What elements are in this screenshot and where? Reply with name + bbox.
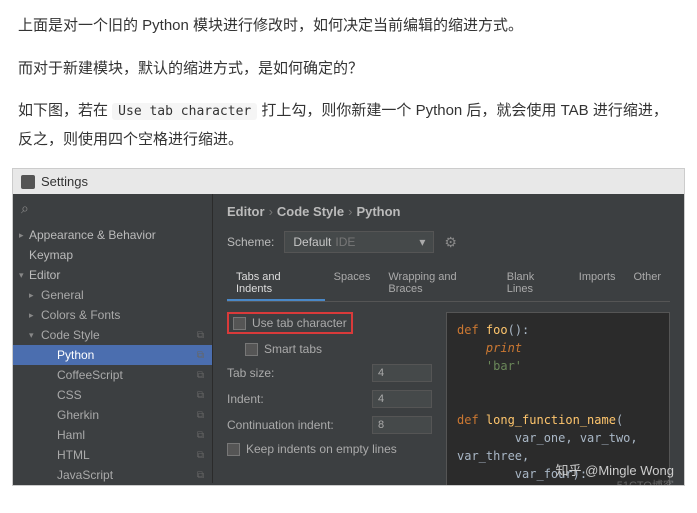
search-icon: ⌕ (21, 200, 29, 216)
sidebar-item-html[interactable]: HTML⧉ (13, 445, 212, 465)
paragraph: 如下图，若在 Use tab character 打上勾，则你新建一个 Pyth… (18, 97, 679, 154)
tab-spaces[interactable]: Spaces (325, 267, 380, 301)
use-tab-label: Use tab character (252, 316, 347, 330)
tab-other[interactable]: Other (624, 267, 670, 301)
cont-indent-input[interactable]: 8 (372, 416, 432, 434)
sidebar-item-general[interactable]: General (13, 285, 212, 305)
search-input[interactable]: ⌕ (13, 194, 212, 223)
sidebar-item-editor[interactable]: Editor (13, 265, 212, 285)
keep-empty-checkbox[interactable] (227, 443, 240, 456)
tab-size-label: Tab size: (227, 366, 274, 380)
sidebar-item-css[interactable]: CSS⧉ (13, 385, 212, 405)
breadcrumb-item: Editor (227, 204, 265, 219)
sidebar-item-python[interactable]: Python⧉ (13, 345, 212, 365)
watermark-secondary: 51CTO博客 (617, 477, 674, 485)
scheme-select[interactable]: DefaultIDE ▾ (284, 231, 434, 253)
app-icon (21, 175, 35, 189)
indent-label: Indent: (227, 392, 264, 406)
scheme-actions-icon[interactable]: ⚙ (444, 234, 457, 251)
window-titlebar: Settings (13, 169, 684, 194)
tab-blank-lines[interactable]: Blank Lines (498, 267, 570, 301)
paragraph: 上面是对一个旧的 Python 模块进行修改时，如何决定当前编辑的缩进方式。 (18, 12, 679, 41)
text: 如下图，若在 (18, 102, 112, 119)
breadcrumb: Editor›Code Style›Python (227, 204, 670, 219)
keep-empty-label: Keep indents on empty lines (246, 442, 397, 456)
sidebar-item-code-style[interactable]: Code Style⧉ (13, 325, 212, 345)
cont-indent-label: Continuation indent: (227, 418, 334, 432)
tab-imports[interactable]: Imports (570, 267, 625, 301)
sidebar-item-coffeescript[interactable]: CoffeeScript⧉ (13, 365, 212, 385)
chevron-down-icon: ▾ (419, 235, 425, 249)
window-title: Settings (41, 174, 88, 189)
highlighted-option: Use tab character (227, 312, 353, 334)
sidebar-item-colors-fonts[interactable]: Colors & Fonts (13, 305, 212, 325)
tab-tabs-and-indents[interactable]: Tabs and Indents (227, 267, 325, 301)
sidebar-item-gherkin[interactable]: Gherkin⧉ (13, 405, 212, 425)
smart-tabs-checkbox[interactable] (245, 343, 258, 356)
breadcrumb-item: Code Style (277, 204, 344, 219)
tab-wrapping-and-braces[interactable]: Wrapping and Braces (379, 267, 497, 301)
indent-input[interactable]: 4 (372, 390, 432, 408)
sidebar-item-haml[interactable]: Haml⧉ (13, 425, 212, 445)
sidebar-item-keymap[interactable]: Keymap (13, 245, 212, 265)
breadcrumb-item: Python (356, 204, 400, 219)
scheme-label: Scheme: (227, 235, 274, 249)
inline-code: Use tab character (112, 103, 257, 120)
use-tab-checkbox[interactable] (233, 317, 246, 330)
sidebar-item-javascript[interactable]: JavaScript⧉ (13, 465, 212, 485)
smart-tabs-label: Smart tabs (264, 342, 322, 356)
tab-size-input[interactable]: 4 (372, 364, 432, 382)
sidebar-item-appearance-behavior[interactable]: Appearance & Behavior (13, 225, 212, 245)
settings-sidebar: ⌕ Appearance & BehaviorKeymapEditorGener… (13, 194, 213, 483)
paragraph: 而对于新建模块，默认的缩进方式，是如何确定的？ (18, 55, 679, 84)
